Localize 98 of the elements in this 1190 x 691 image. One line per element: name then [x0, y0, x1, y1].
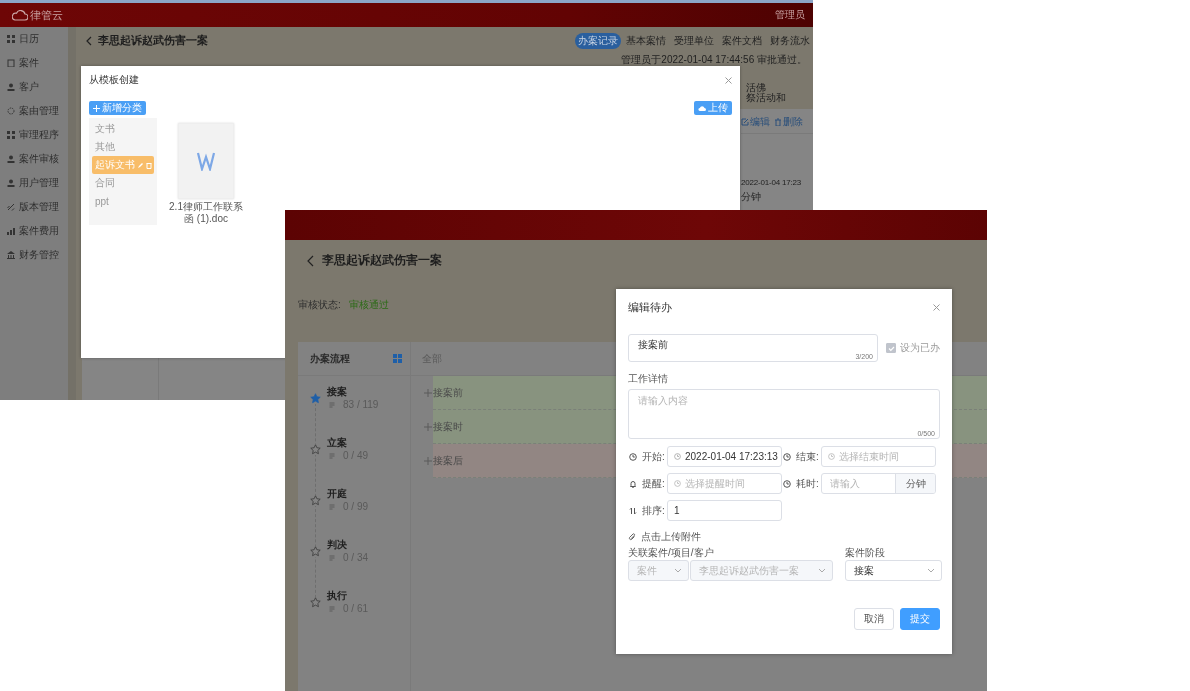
clock-icon [783, 452, 791, 461]
link-icon [7, 203, 15, 211]
edit-link[interactable]: 编辑 [741, 115, 770, 129]
add-icon[interactable] [424, 457, 432, 465]
person-icon [7, 155, 15, 163]
end-time-field[interactable]: 选择结束时间 [821, 446, 936, 467]
reminder-time-field[interactable]: 选择提醒时间 [667, 473, 782, 494]
edit-icon[interactable] [741, 118, 749, 126]
done-checkbox[interactable]: 设为已办 [886, 341, 940, 355]
field-label: 结束: [782, 449, 821, 464]
file-name: 2.1律师工作联系函 (1).doc [168, 201, 244, 225]
delete-link[interactable]: 删除 [774, 115, 803, 129]
review-label: 审核状态: [298, 298, 341, 312]
chart-icon [7, 227, 15, 235]
unit-label: 分钟 [895, 474, 935, 493]
order-field[interactable]: 1 [667, 500, 782, 521]
bank-icon [7, 251, 15, 259]
category-item[interactable]: ppt [92, 192, 154, 210]
step-name: 执行 [327, 589, 348, 603]
sidebar-item[interactable]: 案件费用 [0, 219, 68, 243]
sidebar-item[interactable]: 日历 [0, 27, 68, 51]
sidebar-item[interactable]: 案由管理 [0, 99, 68, 123]
field-label: 耗时: [782, 476, 821, 491]
user-menu[interactable]: 管理员 [775, 8, 805, 22]
detail-value: 2022-01-04 17:23 [741, 178, 801, 188]
check-icon [887, 344, 895, 352]
field-label: 开始: [628, 449, 667, 464]
clock-icon [828, 453, 835, 460]
add-icon[interactable] [424, 389, 432, 397]
person-icon [7, 83, 15, 91]
step-name: 接案 [327, 385, 348, 399]
app-name: 律管云 [30, 7, 63, 23]
text-fragment: 活佛 [746, 83, 766, 93]
sidebar-item[interactable]: 客户 [0, 75, 68, 99]
field-label: 排序: [628, 503, 667, 518]
stage-select[interactable]: 接案 [845, 560, 942, 581]
clock-icon [629, 452, 637, 461]
sidebar-item[interactable]: 案件审核 [0, 147, 68, 171]
upload-button[interactable]: 上传 [694, 101, 732, 115]
panel-title: 办案流程 [310, 351, 350, 366]
submit-button[interactable]: 提交 [900, 608, 940, 630]
review-status: 审核通过 [348, 298, 389, 312]
chevron-down-icon [927, 568, 935, 573]
category-item[interactable]: 其他 [92, 138, 154, 156]
trash-icon[interactable] [774, 118, 782, 126]
duration-field[interactable]: 请输入 [822, 476, 891, 491]
field-label: 关联案件/项目/客户 [628, 547, 714, 558]
text-fragment: 祭活动和 [746, 93, 786, 103]
start-time-field[interactable]: 2022-01-04 17:23:13 [667, 446, 782, 467]
chevron-down-icon [818, 568, 826, 573]
grid-icon[interactable] [393, 354, 402, 363]
sort-icon [629, 506, 637, 515]
approval-note: 管理员于2022-01-04 17:44:56 审批通过。 [620, 54, 808, 65]
step-name: 开庭 [327, 487, 348, 501]
edit-icon[interactable] [137, 161, 144, 169]
case-title: 李思起诉赵武伤害一案 [322, 252, 442, 269]
dialog-title: 从模板创建 [89, 73, 139, 87]
clock-icon [674, 453, 681, 460]
clock-icon [674, 480, 681, 487]
category-item[interactable]: 合同 [92, 174, 154, 192]
word-document-icon [196, 151, 216, 171]
dialog-title: 编辑待办 [628, 299, 672, 315]
grid-icon [7, 35, 15, 43]
paperclip-icon [628, 533, 636, 541]
tab[interactable]: 办案记录 [575, 32, 621, 49]
sidebar-item[interactable]: 审理程序 [0, 123, 68, 147]
tab[interactable]: 案件文档 [719, 32, 765, 49]
bell-icon [629, 479, 637, 488]
tab[interactable]: 基本案情 [623, 32, 669, 49]
grid-icon [7, 131, 15, 139]
tab[interactable]: 受理单位 [671, 32, 717, 49]
sidebar-item[interactable]: 财务管控 [0, 243, 68, 267]
chevron-down-icon [674, 568, 682, 573]
close-icon[interactable] [933, 303, 940, 311]
field-label: 工作详情 [628, 372, 669, 386]
sidebar-item[interactable]: 案件 [0, 51, 68, 75]
close-icon[interactable] [725, 76, 732, 84]
step-name: 立案 [327, 436, 348, 450]
sidebar-item[interactable]: 用户管理 [0, 171, 68, 195]
category-item[interactable]: 文书 [92, 120, 154, 138]
clipboard-icon [7, 59, 15, 67]
checkbox[interactable] [886, 343, 896, 353]
cloud-icon [12, 9, 28, 21]
detail-value: 分钟 [741, 191, 761, 202]
case-title: 李思起诉赵武伤害一案 [98, 33, 208, 48]
field-label: 案件阶段 [845, 547, 885, 558]
add-category-button[interactable]: 新增分类 [89, 101, 146, 115]
step-name: 判决 [327, 538, 348, 552]
sidebar-item[interactable]: 版本管理 [0, 195, 68, 219]
cloud-icon [698, 104, 706, 112]
add-icon[interactable] [424, 423, 432, 431]
clock-icon [783, 479, 791, 488]
plus-icon [93, 104, 100, 112]
field-label: 提醒: [628, 476, 667, 491]
tab[interactable]: 财务流水 [767, 32, 813, 49]
upload-attachment-link[interactable]: 点击上传附件 [628, 530, 701, 544]
cancel-button[interactable]: 取消 [854, 608, 894, 630]
person-icon [7, 179, 15, 187]
